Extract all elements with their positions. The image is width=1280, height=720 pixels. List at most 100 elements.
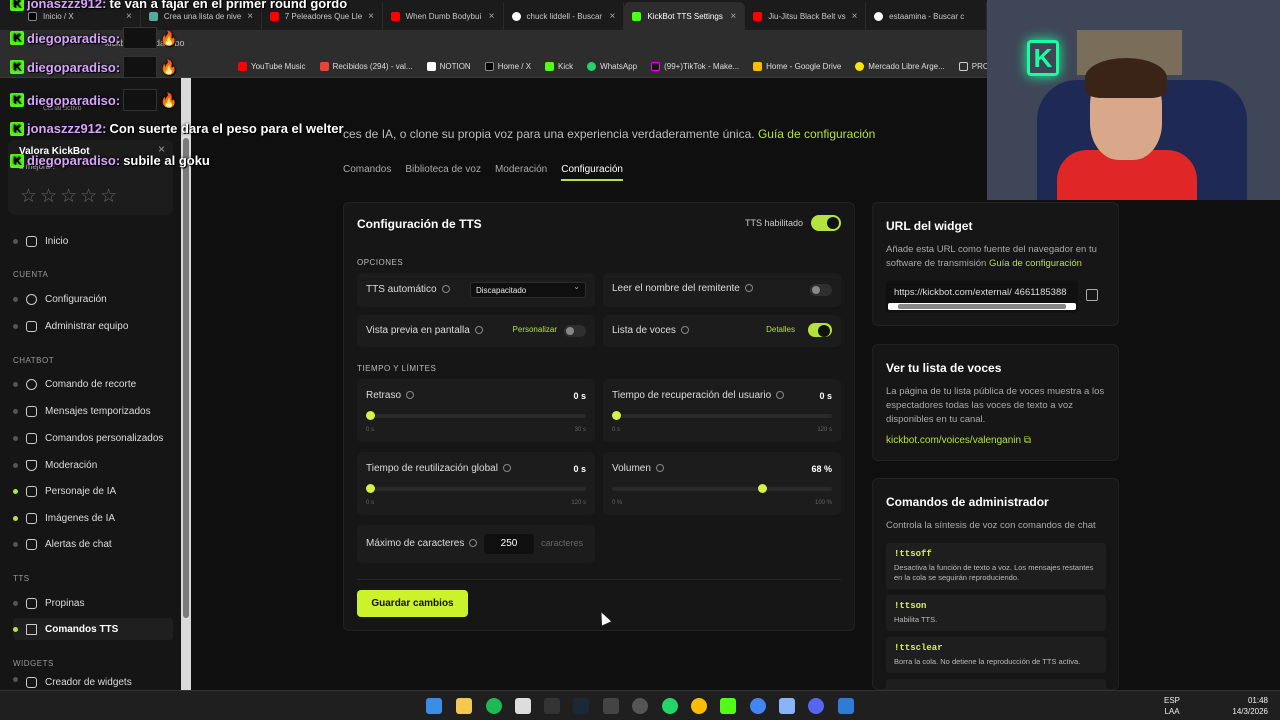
google-icon: [511, 11, 521, 21]
close-icon[interactable]: ×: [368, 11, 374, 22]
widget-icon: [26, 677, 37, 688]
kick-icon[interactable]: [720, 698, 736, 714]
info-icon[interactable]: [502, 464, 511, 473]
start-icon[interactable]: [426, 698, 442, 714]
info-icon[interactable]: [744, 284, 753, 293]
user-cooldown-slider[interactable]: [612, 411, 832, 420]
save-button[interactable]: Guardar cambios: [357, 590, 468, 617]
sidebar-item-ai-character[interactable]: Personaje de IA: [13, 480, 173, 502]
bullet-icon: [13, 435, 18, 441]
browser-tab-active[interactable]: KickBot TTS Settings ×: [624, 2, 746, 30]
scrollbar-thumb[interactable]: [898, 304, 1066, 309]
sidebar-item-custom-commands[interactable]: Comandos personalizados: [13, 427, 173, 449]
whatsapp-icon[interactable]: [662, 698, 678, 714]
sidebar-item-config[interactable]: Configuración: [13, 288, 173, 310]
browser-tab[interactable]: When Dumb Bodybui ×: [383, 2, 504, 30]
info-icon[interactable]: [406, 391, 415, 400]
bookmark[interactable]: Kick: [545, 62, 573, 71]
info-icon[interactable]: [776, 391, 785, 400]
chrome-icon[interactable]: [691, 698, 707, 714]
volume-slider[interactable]: [612, 484, 832, 493]
preview-toggle[interactable]: [564, 325, 586, 337]
info-icon[interactable]: [441, 285, 450, 294]
sidebar-scrollbar[interactable]: [181, 78, 191, 690]
sidebar-item-team[interactable]: Administrar equipo: [13, 315, 173, 337]
tab-moderation[interactable]: Moderación: [495, 164, 547, 181]
steam-icon[interactable]: [573, 698, 589, 714]
close-icon[interactable]: ×: [730, 11, 736, 22]
sidebar-item-home[interactable]: Inicio: [13, 230, 173, 252]
youtube-music-icon: [238, 62, 247, 71]
chat-message: Con suerte dara el peso para el welter: [109, 121, 344, 136]
auto-tts-select[interactable]: Discapacitado: [470, 282, 586, 298]
info-icon[interactable]: [474, 326, 483, 335]
sidebar-item-timers[interactable]: Mensajes temporizados: [13, 400, 173, 422]
file-explorer-icon[interactable]: [456, 698, 472, 714]
info-icon[interactable]: [469, 539, 478, 548]
bookmark[interactable]: YouTube Music: [238, 62, 306, 71]
sidebar-item-tips[interactable]: Propinas: [13, 592, 173, 614]
close-icon[interactable]: ×: [852, 11, 858, 22]
sidebar-item-tts-commands[interactable]: Comandos TTS: [13, 618, 173, 640]
widget-url-field[interactable]: https://kickbot.com/external/ 4661185388: [886, 281, 1078, 313]
bookmark[interactable]: Mercado Libre Arge...: [855, 62, 945, 71]
voices-link[interactable]: kickbot.com/voices/valenganin ⧉: [886, 435, 1031, 446]
sidebar-item-clip[interactable]: Comando de recorte: [13, 373, 173, 395]
bookmark[interactable]: (99+)TikTok - Make...: [651, 62, 739, 71]
tab-settings[interactable]: Configuración: [561, 164, 623, 181]
chrome-active-icon[interactable]: [750, 698, 766, 714]
epic-games-icon[interactable]: [544, 698, 560, 714]
store-icon[interactable]: [515, 698, 531, 714]
command-icon: [26, 432, 37, 444]
language-indicator[interactable]: ESP LAA: [1164, 695, 1180, 717]
read-sender-toggle[interactable]: [810, 284, 832, 296]
url-scrollbar[interactable]: [888, 303, 1076, 310]
close-icon[interactable]: ×: [489, 11, 495, 22]
read-sender-text: Leer el nombre del remitente: [612, 283, 740, 294]
sidebar-item-widget-builder[interactable]: Creador de widgets: [13, 677, 173, 690]
widget-guide-link[interactable]: Guía de configuración: [989, 258, 1082, 269]
widget-url-text: https://kickbot.com/external/ 4661185388: [894, 287, 1067, 298]
clock[interactable]: 01:48 14/3/2026: [1232, 695, 1268, 717]
tab-voice-library[interactable]: Biblioteca de voz: [405, 164, 481, 181]
obs-icon[interactable]: [632, 698, 648, 714]
browser-tab[interactable]: Jiu-Jitsu Black Belt vs ×: [745, 2, 867, 30]
slider-thumb[interactable]: [366, 484, 375, 493]
close-icon[interactable]: ×: [126, 11, 132, 22]
details-link[interactable]: Detalles: [766, 325, 795, 334]
app-icon[interactable]: [603, 698, 619, 714]
tab-commands[interactable]: Comandos: [343, 164, 391, 181]
max-chars-input[interactable]: 250: [484, 534, 534, 554]
tts-enabled-toggle[interactable]: [811, 215, 841, 231]
sidebar-item-ai-images[interactable]: Imágenes de IA: [13, 507, 173, 529]
close-icon[interactable]: ×: [247, 11, 253, 22]
customize-link[interactable]: Personalizar: [513, 325, 557, 334]
close-icon[interactable]: ×: [610, 11, 616, 22]
gmail-icon: [319, 62, 329, 71]
slider-thumb[interactable]: [757, 484, 767, 493]
info-icon[interactable]: [655, 464, 664, 473]
bookmark[interactable]: Home - Google Drive: [753, 62, 841, 71]
bookmark[interactable]: WhatsApp: [587, 62, 637, 71]
bookmark[interactable]: Home / X: [484, 62, 531, 71]
spotify-icon[interactable]: [486, 698, 502, 714]
app-shield-icon[interactable]: [838, 698, 854, 714]
star-rating[interactable]: ☆☆☆☆☆: [20, 185, 120, 208]
command-item: !ttson Habilita TTS.: [886, 595, 1106, 631]
browser-tab[interactable]: chuck liddell - Buscar ×: [504, 2, 625, 30]
info-icon[interactable]: [680, 326, 689, 335]
bookmark[interactable]: NOTION: [426, 62, 471, 71]
voice-list-toggle[interactable]: [808, 323, 832, 337]
copy-icon[interactable]: [1086, 289, 1098, 301]
slider-thumb[interactable]: [612, 411, 621, 420]
sidebar-item-moderation[interactable]: Moderación: [13, 454, 173, 476]
discord-icon[interactable]: [808, 698, 824, 714]
global-cooldown-slider[interactable]: [366, 484, 586, 493]
notepad-icon[interactable]: [779, 698, 795, 714]
slider-thumb[interactable]: [366, 411, 375, 420]
bookmark[interactable]: Recibidos (294) - val...: [319, 62, 413, 71]
browser-tab[interactable]: estaamina - Buscar c: [866, 2, 987, 30]
delay-slider[interactable]: [366, 411, 586, 420]
setup-guide-link[interactable]: Guía de configuración: [758, 127, 875, 141]
sidebar-item-chat-alerts[interactable]: Alertas de chat: [13, 533, 173, 555]
